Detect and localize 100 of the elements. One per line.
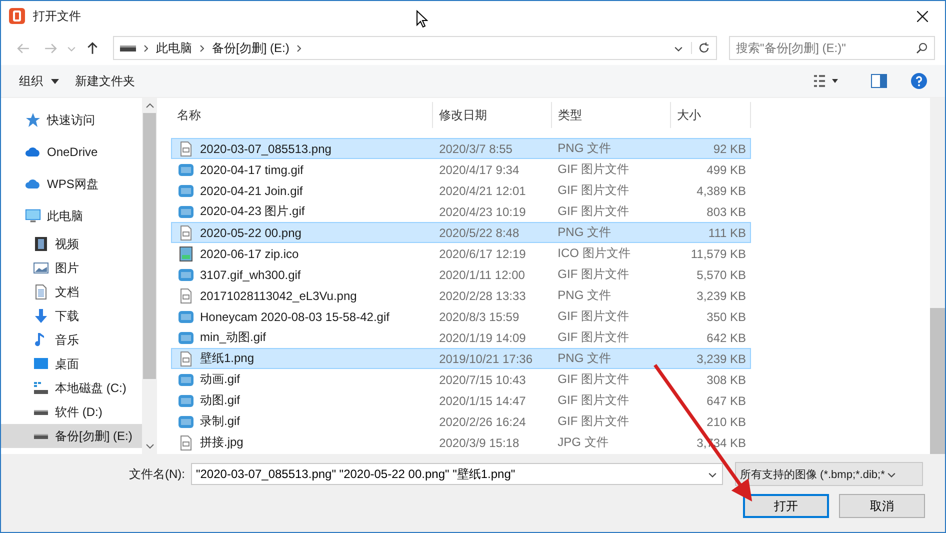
file-row[interactable]: 2020-03-07_085513.png 2020/3/7 8:55 PNG 文件 92 KB bbox=[171, 138, 751, 159]
file-row[interactable]: min_动图.gif 2020/1/19 14:09 GIF 图片文件 642 KB bbox=[171, 327, 751, 348]
file-type: GIF 图片文件 bbox=[556, 329, 630, 346]
gif-file-icon bbox=[178, 392, 194, 408]
chevron-down-icon[interactable] bbox=[708, 470, 717, 479]
file-name: 3107.gif_wh300.gif bbox=[200, 268, 301, 282]
chevron-right-icon bbox=[200, 44, 204, 52]
file-size: 111 KB bbox=[707, 226, 748, 240]
gif-file-icon bbox=[178, 204, 194, 220]
preview-pane-icon[interactable] bbox=[871, 73, 887, 89]
file-name: 动图.gif bbox=[200, 392, 240, 409]
organize-menu-button[interactable]: 组织 bbox=[11, 68, 51, 94]
scrollbar[interactable] bbox=[930, 98, 945, 454]
modified-date: 2020/4/23 10:19 bbox=[438, 204, 527, 218]
sidebar-item[interactable]: 下载 bbox=[1, 304, 142, 328]
sidebar-item[interactable]: 此电脑 bbox=[1, 200, 142, 232]
file-name: 动画.gif bbox=[200, 371, 240, 388]
sidebar-item[interactable]: 软件 (D:) bbox=[1, 400, 142, 424]
refresh-icon[interactable] bbox=[691, 42, 710, 54]
column-header[interactable]: 名称 bbox=[171, 102, 433, 128]
sidebar-item[interactable]: OneDrive bbox=[1, 136, 142, 168]
file-type: GIF 图片文件 bbox=[556, 182, 630, 199]
sidebar-item[interactable]: 桌面 bbox=[1, 352, 142, 376]
file-name-label: 文件名(N): bbox=[129, 466, 185, 482]
file-row[interactable]: 2020-06-17 zip.ico 2020/6/17 12:19 ICO 图片文件 11,579 KB bbox=[171, 243, 751, 264]
breadcrumb-item[interactable]: 备份[勿删] (E:) bbox=[212, 40, 290, 56]
sidebar-item[interactable]: 备份[勿删] (E:) bbox=[1, 424, 142, 448]
file-name: 2020-06-17 zip.ico bbox=[200, 246, 299, 260]
drive-icon bbox=[34, 434, 48, 438]
search-icon bbox=[916, 42, 928, 54]
gif-file-icon bbox=[178, 414, 194, 430]
file-row[interactable]: 2020-04-23 图片.gif 2020/4/23 10:19 GIF 图片文件 803 KB bbox=[171, 201, 751, 222]
file-name: 2020-04-21 Join.gif bbox=[200, 184, 303, 198]
modified-date: 2020/1/19 14:09 bbox=[438, 330, 527, 344]
file-row[interactable]: 动图.gif 2020/1/15 14:47 GIF 图片文件 647 KB bbox=[171, 390, 751, 411]
file-type: JPG 文件 bbox=[556, 434, 610, 451]
chevron-right-icon bbox=[297, 44, 302, 52]
file-type: PNG 文件 bbox=[556, 140, 612, 157]
modified-date: 2020/2/26 16:24 bbox=[438, 414, 527, 428]
gif-file-icon bbox=[178, 330, 194, 346]
open-button[interactable]: 打开 bbox=[743, 494, 829, 518]
file-row[interactable]: Honeycam 2020-08-03 15-58-42.gif 2020/8/3 15:59 GIF 图片文件 350 KB bbox=[171, 306, 751, 327]
file-type: GIF 图片文件 bbox=[556, 392, 630, 409]
file-size: 647 KB bbox=[706, 394, 748, 408]
modified-date: 2020/8/3 15:59 bbox=[438, 310, 520, 324]
scrollbar[interactable] bbox=[142, 98, 157, 454]
file-icon bbox=[178, 224, 194, 240]
caret-icon[interactable] bbox=[51, 78, 59, 84]
file-type: ICO 图片文件 bbox=[556, 245, 632, 262]
modified-date: 2020/2/28 13:33 bbox=[438, 288, 527, 302]
file-name-field[interactable]: "2020-03-07_085513.png" "2020-05-22 00.png" "壁纸1.png" bbox=[191, 463, 723, 485]
column-header[interactable]: 大小 bbox=[671, 102, 751, 128]
new-folder-button[interactable]: 新建文件夹 bbox=[67, 68, 143, 94]
search-field[interactable]: 搜索"备份[勿删] (E:)" bbox=[729, 36, 935, 60]
monitor-icon bbox=[25, 208, 41, 224]
drive-icon bbox=[120, 44, 136, 52]
sidebar-item[interactable]: 本地磁盘 (C:) bbox=[1, 376, 142, 400]
address-bar[interactable]: 此电脑 备份[勿删] (E:) bbox=[113, 36, 717, 60]
sidebar-item[interactable]: 文档 bbox=[1, 280, 142, 304]
mouse-cursor-icon bbox=[416, 10, 428, 28]
file-name: 20171028113042_eL3Vu.png bbox=[200, 288, 357, 302]
file-row[interactable]: 录制.gif 2020/2/26 16:24 GIF 图片文件 210 KB bbox=[171, 411, 751, 432]
up-arrow-icon[interactable] bbox=[86, 42, 99, 54]
file-size: 3,239 KB bbox=[696, 288, 748, 302]
sidebar-item[interactable]: WPS网盘 bbox=[1, 168, 142, 200]
file-icon bbox=[178, 288, 194, 304]
sidebar-item[interactable]: 视频 bbox=[1, 232, 142, 256]
column-header[interactable]: 类型 bbox=[552, 102, 671, 128]
file-row[interactable]: 壁纸1.png 2019/10/21 17:36 PNG 文件 3,239 KB bbox=[171, 348, 751, 369]
file-row[interactable]: 20171028113042_eL3Vu.png 2020/2/28 13:33 PNG 文件 3,239 KB bbox=[171, 285, 751, 306]
modified-date: 2020/4/21 12:01 bbox=[438, 184, 527, 198]
file-icon bbox=[178, 434, 194, 450]
close-icon bbox=[916, 10, 928, 22]
desktop-icon bbox=[33, 356, 49, 372]
file-row[interactable]: 2020-05-22 00.png 2020/5/22 8:48 PNG 文件 111 KB bbox=[171, 222, 751, 243]
document-icon bbox=[33, 284, 49, 300]
file-size: 642 KB bbox=[706, 330, 748, 344]
sidebar-item[interactable]: 音乐 bbox=[1, 328, 142, 352]
file-name: 录制.gif bbox=[200, 413, 240, 430]
file-row[interactable]: 2020-04-17 timg.gif 2020/4/17 9:34 GIF 图片文件 499 KB bbox=[171, 159, 751, 180]
file-name: 2020-04-17 timg.gif bbox=[200, 162, 304, 176]
file-icon bbox=[178, 350, 194, 366]
help-icon[interactable] bbox=[911, 73, 927, 89]
gif-file-icon bbox=[178, 372, 194, 388]
cancel-button[interactable]: 取消 bbox=[839, 494, 925, 518]
file-row[interactable]: 3107.gif_wh300.gif 2020/1/11 12:00 GIF 图片文件 5,570 KB bbox=[171, 264, 751, 285]
chevron-up-icon[interactable] bbox=[146, 103, 154, 108]
file-row[interactable]: 动画.gif 2020/7/15 10:43 GIF 图片文件 308 KB bbox=[171, 369, 751, 390]
breadcrumb-item[interactable]: 此电脑 bbox=[156, 40, 192, 56]
sidebar-item[interactable]: 快速访问 bbox=[1, 104, 142, 136]
file-row[interactable]: 2020-04-21 Join.gif 2020/4/21 12:01 GIF 图片文件 4,389 KB bbox=[171, 180, 751, 201]
view-options-icon[interactable] bbox=[813, 74, 841, 88]
file-type: GIF 图片文件 bbox=[556, 161, 630, 178]
sidebar-item[interactable]: 图片 bbox=[1, 256, 142, 280]
file-type-dropdown[interactable]: 所有支持的图像 (*.bmp;*.dib;* bbox=[735, 462, 923, 486]
chevron-down-icon[interactable] bbox=[146, 444, 154, 449]
column-header[interactable]: 修改日期 bbox=[433, 102, 552, 128]
file-size: 92 KB bbox=[712, 142, 748, 156]
file-type: GIF 图片文件 bbox=[556, 371, 630, 388]
file-type: PNG 文件 bbox=[556, 224, 612, 241]
